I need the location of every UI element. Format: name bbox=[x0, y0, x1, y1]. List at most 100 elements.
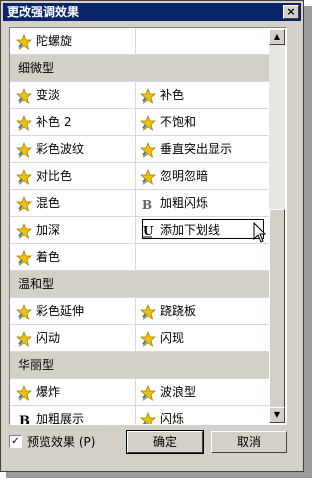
effect-item[interactable]: 跷跷板 bbox=[140, 298, 264, 324]
effect-star-icon bbox=[16, 114, 32, 131]
ok-button[interactable]: 确定 bbox=[126, 430, 204, 454]
effect-star-icon bbox=[140, 114, 156, 131]
column-divider bbox=[135, 163, 136, 189]
effect-list-content: 陀螺旋细微型变淡 补色补色 2 不饱和彩色波纹 垂直突出显示对比色 忽明忽暗混色 B 加粗闪… bbox=[10, 28, 270, 426]
effect-row: 补色 2 不饱和 bbox=[10, 109, 270, 136]
effect-star-icon bbox=[140, 87, 156, 104]
effect-item-label: 不饱和 bbox=[160, 115, 197, 129]
effect-item-label: 加粗展示 bbox=[36, 412, 85, 425]
column-divider bbox=[135, 190, 136, 216]
effect-item[interactable]: 陀螺旋 bbox=[16, 28, 134, 54]
effect-item[interactable]: 变淡 bbox=[16, 82, 134, 108]
effect-item[interactable]: B 加粗闪烁 bbox=[140, 190, 264, 216]
title-bar: 更改强调效果 × bbox=[3, 3, 301, 21]
effect-row: 闪动 闪现 bbox=[10, 325, 270, 352]
effect-item-label: 陀螺旋 bbox=[36, 34, 73, 48]
column-divider bbox=[135, 28, 136, 54]
effect-item[interactable]: 爆炸 bbox=[16, 379, 134, 405]
effect-item[interactable]: 闪现 bbox=[140, 325, 264, 351]
effect-item-label: 波浪型 bbox=[160, 385, 197, 399]
effect-item-label: 闪现 bbox=[160, 331, 185, 345]
effect-item-label: 补色 2 bbox=[36, 115, 72, 129]
effect-item[interactable]: 彩色延伸 bbox=[16, 298, 134, 324]
effect-star-icon bbox=[140, 330, 156, 347]
effect-item-label: 加粗闪烁 bbox=[160, 196, 209, 210]
close-button[interactable]: × bbox=[283, 5, 299, 19]
effect-row: 彩色延伸 跷跷板 bbox=[10, 298, 270, 325]
selection-focus-box bbox=[142, 219, 264, 239]
effect-row: B 加粗展示 闪烁 bbox=[10, 406, 270, 426]
effect-item-label: 混色 bbox=[36, 196, 61, 210]
effect-star-icon bbox=[16, 330, 32, 347]
effect-item-label: 闪动 bbox=[36, 331, 61, 345]
dialog-footer: ✓ 预览效果 (P) 确定 取消 bbox=[9, 430, 295, 455]
effect-row: 彩色波纹 垂直突出显示 bbox=[10, 136, 270, 163]
effect-item-label: 对比色 bbox=[36, 169, 73, 183]
mouse-cursor-icon bbox=[253, 222, 267, 243]
effect-star-icon bbox=[140, 141, 156, 158]
effect-star-icon bbox=[16, 222, 32, 239]
effect-item-label: 闪烁 bbox=[160, 412, 185, 425]
column-divider bbox=[135, 298, 136, 324]
bold-flash-icon: B bbox=[140, 195, 156, 212]
cancel-button[interactable]: 取消 bbox=[211, 431, 287, 453]
effect-item[interactable]: 闪烁 bbox=[140, 406, 264, 425]
effect-item[interactable]: 补色 bbox=[140, 82, 264, 108]
scroll-up-button[interactable]: ▲ bbox=[269, 29, 285, 45]
effect-row: 混色 B 加粗闪烁 bbox=[10, 190, 270, 217]
effect-star-icon bbox=[140, 303, 156, 320]
vertical-scrollbar[interactable]: ▲ ▼ bbox=[269, 29, 285, 423]
column-divider bbox=[135, 136, 136, 162]
effect-row: 爆炸 波浪型 bbox=[10, 379, 270, 406]
preview-checkbox[interactable]: ✓ bbox=[9, 435, 22, 448]
effect-item[interactable]: 着色 bbox=[16, 244, 134, 270]
effect-item-label: 垂直突出显示 bbox=[160, 142, 233, 156]
effect-item-label: 忽明忽暗 bbox=[160, 169, 209, 183]
effect-item[interactable]: 补色 2 bbox=[16, 109, 134, 135]
effect-item[interactable]: 加深 bbox=[16, 217, 134, 243]
effect-star-icon bbox=[140, 411, 156, 424]
category-header: 华丽型 bbox=[10, 352, 270, 379]
effect-star-icon bbox=[16, 195, 32, 212]
column-divider bbox=[135, 325, 136, 351]
effect-star-icon bbox=[16, 303, 32, 320]
effect-item[interactable]: 忽明忽暗 bbox=[140, 163, 264, 189]
effect-list[interactable]: 陀螺旋细微型变淡 补色补色 2 不饱和彩色波纹 垂直突出显示对比色 忽明忽暗混色 B 加粗闪… bbox=[9, 27, 287, 425]
effect-item[interactable]: 对比色 bbox=[16, 163, 134, 189]
category-header: 细微型 bbox=[10, 55, 270, 82]
effect-item-label: 变淡 bbox=[36, 88, 61, 102]
effect-row: 变淡 补色 bbox=[10, 82, 270, 109]
column-divider bbox=[135, 217, 136, 243]
effect-item[interactable]: 垂直突出显示 bbox=[140, 136, 264, 162]
effect-row: 着色 bbox=[10, 244, 270, 271]
effect-item[interactable]: B 加粗展示 bbox=[16, 406, 134, 426]
scroll-down-button[interactable]: ▼ bbox=[269, 407, 285, 423]
effect-item-label: 着色 bbox=[36, 250, 61, 264]
effect-item[interactable]: 闪动 bbox=[16, 325, 134, 351]
effect-star-icon bbox=[16, 141, 32, 158]
effect-item[interactable]: 混色 bbox=[16, 190, 134, 216]
effect-star-icon bbox=[16, 33, 32, 50]
preview-label[interactable]: 预览效果 (P) bbox=[27, 434, 95, 450]
effect-item-label: 加深 bbox=[36, 223, 61, 237]
effect-star-icon bbox=[16, 249, 32, 266]
effect-item-label: 彩色波纹 bbox=[36, 142, 85, 156]
effect-star-icon bbox=[16, 168, 32, 185]
effect-item[interactable]: 不饱和 bbox=[140, 109, 264, 135]
svg-text:B: B bbox=[19, 414, 30, 426]
bold-icon: B bbox=[16, 411, 32, 426]
scroll-thumb[interactable] bbox=[269, 209, 285, 409]
column-divider bbox=[135, 82, 136, 108]
column-divider bbox=[135, 406, 136, 424]
effect-item-label: 爆炸 bbox=[36, 385, 61, 399]
effect-item[interactable]: 波浪型 bbox=[140, 379, 264, 405]
effect-star-icon bbox=[140, 384, 156, 401]
column-divider bbox=[135, 379, 136, 405]
effect-row: 加深 U 添加下划线 bbox=[10, 217, 270, 244]
effect-item-label: 跷跷板 bbox=[160, 304, 197, 318]
column-divider bbox=[135, 244, 136, 270]
effect-star-icon bbox=[16, 384, 32, 401]
category-header: 温和型 bbox=[10, 271, 270, 298]
effect-item[interactable]: 彩色波纹 bbox=[16, 136, 134, 162]
dialog-title: 更改强调效果 bbox=[7, 5, 80, 19]
